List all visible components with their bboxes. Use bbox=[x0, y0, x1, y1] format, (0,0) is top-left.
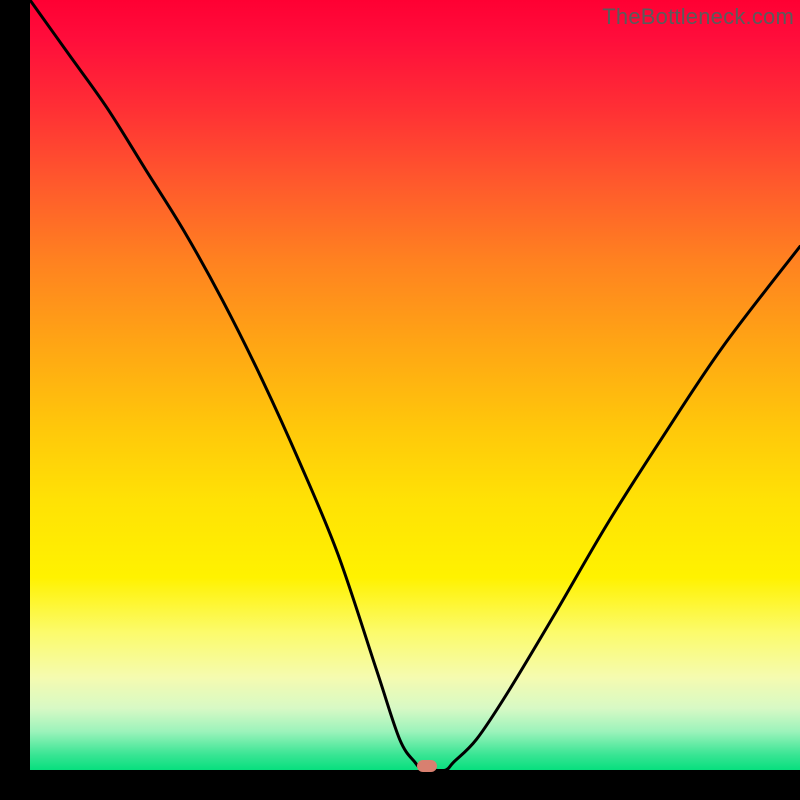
curve-layer bbox=[30, 0, 800, 770]
bottleneck-curve bbox=[30, 0, 800, 770]
plot-area: TheBottleneck.com bbox=[30, 0, 800, 770]
minimum-marker bbox=[417, 760, 437, 772]
chart-container: TheBottleneck.com bbox=[0, 0, 800, 800]
